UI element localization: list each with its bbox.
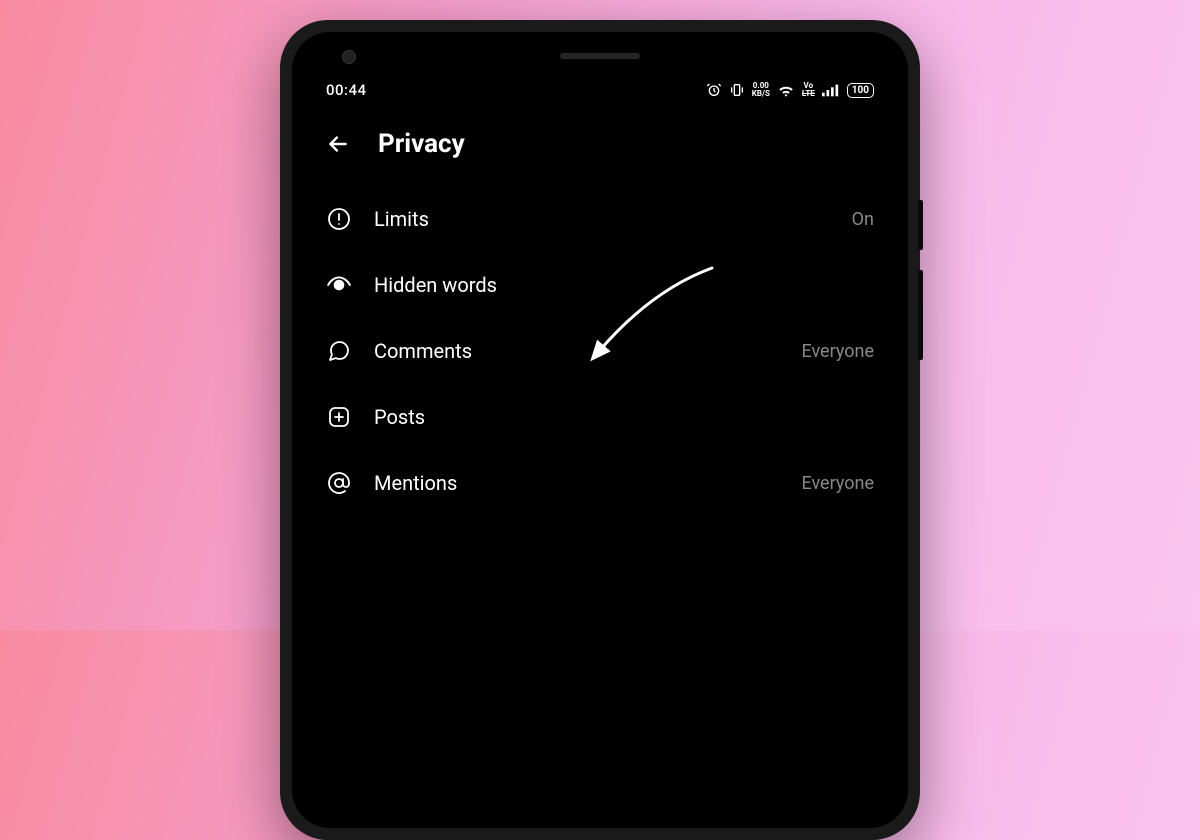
menu-label: Mentions <box>374 471 779 495</box>
status-bar: 00:44 0.00 KB/S <box>292 74 908 106</box>
phone-side-button <box>918 270 923 360</box>
signal-icon <box>822 83 840 97</box>
battery-indicator: 100 <box>847 83 874 98</box>
menu-label: Posts <box>374 405 852 429</box>
menu-item-limits[interactable]: Limits On <box>292 186 908 252</box>
phone-frame: 00:44 0.00 KB/S <box>280 20 920 840</box>
back-button[interactable] <box>322 128 354 160</box>
phone-camera <box>342 50 356 64</box>
phone-screen: 00:44 0.00 KB/S <box>292 32 908 828</box>
phone-speaker <box>560 53 640 59</box>
menu-value: Everyone <box>801 341 874 362</box>
status-time: 00:44 <box>326 81 367 99</box>
mentions-icon <box>326 470 352 496</box>
alarm-icon <box>706 82 722 98</box>
posts-icon <box>326 404 352 430</box>
page-header: Privacy <box>292 106 908 178</box>
menu-value: On <box>852 209 874 230</box>
menu-item-mentions[interactable]: Mentions Everyone <box>292 450 908 516</box>
menu-label: Limits <box>374 207 830 231</box>
hidden-words-icon <box>326 272 352 298</box>
menu-label: Comments <box>374 339 779 363</box>
menu-item-hidden-words[interactable]: Hidden words <box>292 252 908 318</box>
wifi-icon <box>777 83 795 97</box>
phone-side-button <box>918 200 923 250</box>
settings-list: Limits On Hidden words <box>292 178 908 524</box>
menu-item-posts[interactable]: Posts <box>292 384 908 450</box>
arrow-left-icon <box>325 131 351 157</box>
menu-value: Everyone <box>801 473 874 494</box>
phone-notch-area <box>292 32 908 74</box>
menu-item-comments[interactable]: Comments Everyone <box>292 318 908 384</box>
net-speed-indicator: 0.00 KB/S <box>752 82 770 98</box>
menu-label: Hidden words <box>374 273 852 297</box>
vibrate-icon <box>729 82 745 98</box>
page-title: Privacy <box>378 129 465 159</box>
limits-icon <box>326 206 352 232</box>
volte-indicator: Vo LTE <box>802 82 815 98</box>
comments-icon <box>326 338 352 364</box>
